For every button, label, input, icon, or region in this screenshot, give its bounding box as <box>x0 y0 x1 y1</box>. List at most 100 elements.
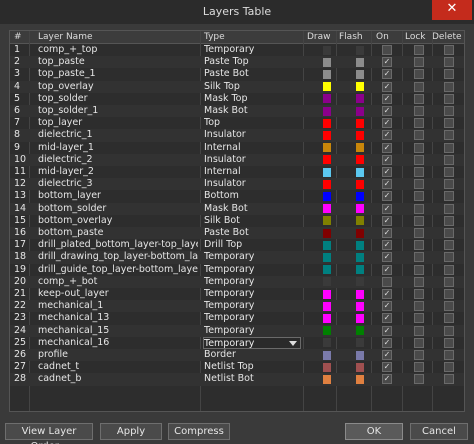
table-row[interactable]: 23 mechanical_13 Temporary ✓ <box>10 312 464 324</box>
lock-checkbox[interactable] <box>414 57 424 68</box>
flash-color-swatch[interactable] <box>356 204 364 214</box>
layer-name[interactable]: dielectric_2 <box>38 154 198 166</box>
delete-checkbox[interactable] <box>444 179 454 190</box>
lock-checkbox[interactable] <box>414 167 424 177</box>
delete-checkbox[interactable] <box>444 154 454 165</box>
on-checkbox[interactable] <box>382 45 392 55</box>
layer-name[interactable]: mechanical_15 <box>38 325 198 337</box>
delete-checkbox[interactable] <box>444 142 454 153</box>
lock-checkbox[interactable] <box>414 81 424 92</box>
delete-checkbox[interactable] <box>444 215 454 226</box>
layer-name[interactable]: top_layer <box>38 117 198 129</box>
layer-name[interactable]: mechanical_16 <box>38 337 198 349</box>
on-checkbox[interactable]: ✓ <box>382 264 392 275</box>
on-checkbox[interactable]: ✓ <box>382 106 392 116</box>
table-row[interactable]: 24 mechanical_15 Temporary ✓ <box>10 324 464 337</box>
flash-color-swatch[interactable] <box>356 130 364 140</box>
delete-checkbox[interactable] <box>444 93 454 104</box>
on-checkbox[interactable]: ✓ <box>382 240 392 251</box>
layer-type[interactable]: Bottom <box>204 190 300 202</box>
flash-color-swatch[interactable] <box>356 338 364 348</box>
table-row[interactable]: 4 top_overlay Silk Top ✓ <box>10 80 464 93</box>
table-row[interactable]: 9 mid-layer_1 Internal ✓ <box>10 142 464 154</box>
delete-checkbox[interactable] <box>444 240 454 251</box>
layer-name[interactable]: top_paste_1 <box>38 68 198 80</box>
on-checkbox[interactable]: ✓ <box>382 69 392 80</box>
lock-checkbox[interactable] <box>414 313 424 324</box>
layer-name[interactable]: top_solder_1 <box>38 105 198 117</box>
table-row[interactable]: 6 top_solder_1 Mask Bot ✓ <box>10 105 464 118</box>
layer-name[interactable]: top_solder <box>38 93 198 105</box>
flash-color-swatch[interactable] <box>356 118 364 128</box>
lock-checkbox[interactable] <box>414 325 424 336</box>
layer-name[interactable]: comp_+_bot <box>38 276 198 288</box>
on-checkbox[interactable]: ✓ <box>382 179 392 190</box>
flash-color-swatch[interactable] <box>356 191 364 201</box>
layer-name[interactable]: top_overlay <box>38 81 198 93</box>
col-num[interactable]: # <box>14 32 22 42</box>
draw-color-swatch[interactable] <box>323 252 331 262</box>
delete-checkbox[interactable] <box>444 252 454 263</box>
delete-checkbox[interactable] <box>444 228 454 238</box>
delete-checkbox[interactable] <box>444 301 454 312</box>
draw-color-swatch[interactable] <box>323 94 331 104</box>
draw-color-swatch[interactable] <box>323 69 331 79</box>
col-delete[interactable]: Delete <box>432 32 462 42</box>
draw-color-swatch[interactable] <box>323 240 331 250</box>
layer-type[interactable]: Silk Bot <box>204 215 300 227</box>
table-row[interactable]: 18 drill_drawing_top_layer-bottom_layer Te… <box>10 251 464 264</box>
layer-type[interactable]: Silk Top <box>204 81 300 93</box>
close-button[interactable]: ✕ <box>432 0 472 20</box>
layer-name[interactable]: bottom_paste <box>38 227 198 239</box>
delete-checkbox[interactable] <box>444 289 454 299</box>
layer-name[interactable]: profile <box>38 349 198 361</box>
layer-type[interactable]: Netlist Top <box>204 361 300 373</box>
draw-color-swatch[interactable] <box>323 228 331 238</box>
col-on[interactable]: On <box>376 32 389 42</box>
compress-button[interactable]: Compress <box>168 423 230 440</box>
delete-checkbox[interactable] <box>444 276 454 287</box>
draw-color-swatch[interactable] <box>323 143 331 153</box>
flash-color-swatch[interactable] <box>356 301 364 311</box>
flash-color-swatch[interactable] <box>356 82 364 92</box>
view-layer-order-button[interactable]: View Layer Order... <box>5 423 93 444</box>
lock-checkbox[interactable] <box>414 93 424 104</box>
flash-color-swatch[interactable] <box>356 326 364 336</box>
lock-checkbox[interactable] <box>414 45 424 55</box>
on-checkbox[interactable] <box>382 276 392 287</box>
on-checkbox[interactable]: ✓ <box>382 325 392 336</box>
layer-name[interactable]: mid-layer_1 <box>38 142 198 154</box>
table-row[interactable]: 8 dielectric_1 Insulator ✓ <box>10 129 464 142</box>
draw-color-swatch[interactable] <box>323 289 331 299</box>
delete-checkbox[interactable] <box>444 118 454 129</box>
draw-color-swatch[interactable] <box>323 118 331 128</box>
lock-checkbox[interactable] <box>414 203 424 214</box>
on-checkbox[interactable]: ✓ <box>382 252 392 263</box>
lock-checkbox[interactable] <box>414 337 424 348</box>
flash-color-swatch[interactable] <box>356 289 364 299</box>
delete-checkbox[interactable] <box>444 203 454 214</box>
flash-color-swatch[interactable] <box>356 57 364 67</box>
layer-type[interactable]: Paste Top <box>204 56 300 68</box>
layer-name[interactable]: keep-out_layer <box>38 288 198 300</box>
draw-color-swatch[interactable] <box>323 338 331 348</box>
lock-checkbox[interactable] <box>414 276 424 287</box>
delete-checkbox[interactable] <box>444 106 454 116</box>
table-row[interactable]: 10 dielectric_2 Insulator ✓ <box>10 153 464 166</box>
table-row[interactable]: 17 drill_plated_bottom_layer-top_layer Dri… <box>10 239 464 251</box>
layer-name[interactable]: drill_drawing_top_layer-bottom_layer <box>38 251 198 263</box>
on-checkbox[interactable]: ✓ <box>382 142 392 153</box>
layer-name[interactable]: top_paste <box>38 56 198 68</box>
delete-checkbox[interactable] <box>444 69 454 80</box>
delete-checkbox[interactable] <box>444 362 454 373</box>
table-row[interactable]: 1 comp_+_top Temporary <box>10 44 464 56</box>
type-dropdown[interactable]: Temporary <box>203 336 301 349</box>
col-flash[interactable]: Flash <box>339 32 363 42</box>
flash-color-swatch[interactable] <box>356 45 364 55</box>
draw-color-swatch[interactable] <box>323 155 331 165</box>
layer-type[interactable]: Insulator <box>204 129 300 141</box>
lock-checkbox[interactable] <box>414 264 424 275</box>
on-checkbox[interactable]: ✓ <box>382 337 392 348</box>
flash-color-swatch[interactable] <box>356 228 364 238</box>
layer-type[interactable]: Mask Bot <box>204 105 300 117</box>
